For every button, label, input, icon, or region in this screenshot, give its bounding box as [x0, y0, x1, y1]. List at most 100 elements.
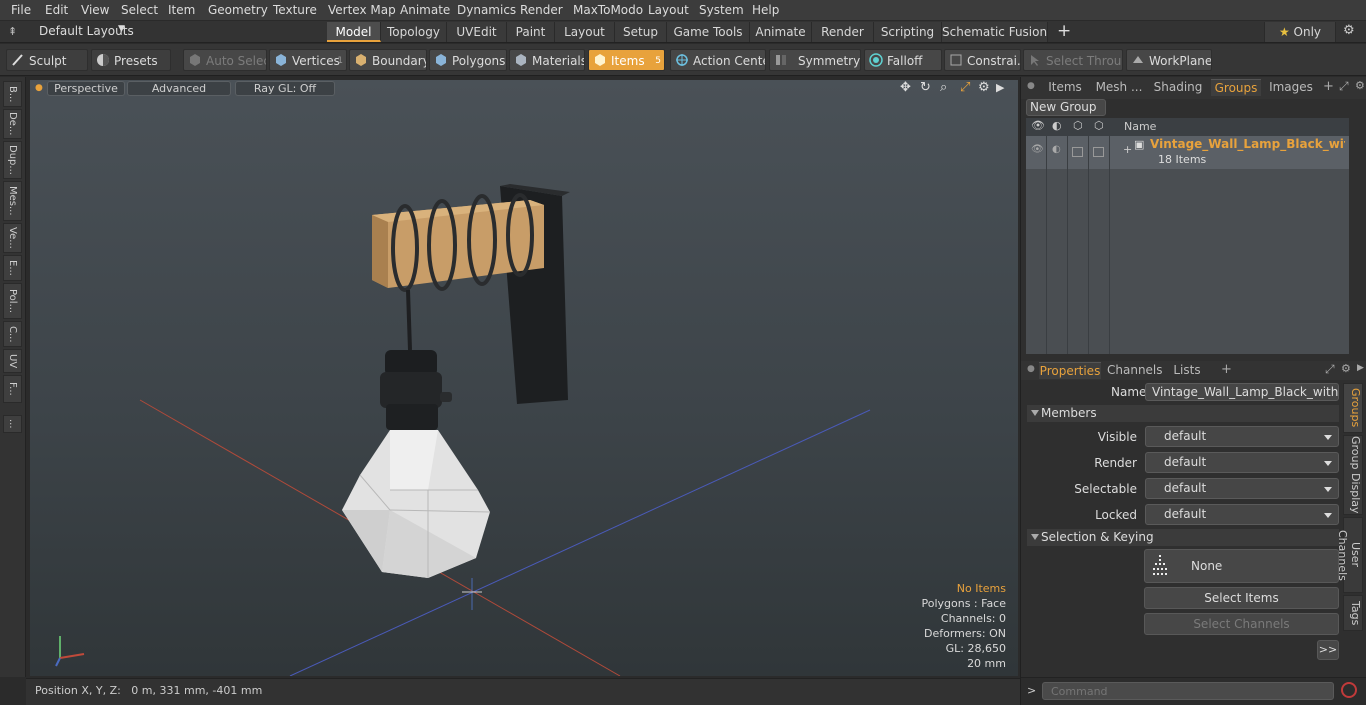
shading-button[interactable]: Advanced — [127, 81, 231, 96]
side-tab-tags[interactable]: Tags — [1343, 595, 1363, 631]
menu-edit[interactable]: Edit — [45, 3, 68, 17]
tab-render[interactable]: Render — [812, 22, 874, 42]
presets-button[interactable]: Presets — [91, 49, 171, 71]
row-render-icon[interactable]: ◐ — [1052, 144, 1061, 155]
layout-collapse-icon[interactable]: ⇞ — [8, 25, 17, 38]
left-tab-3[interactable]: Mes... — [3, 181, 22, 221]
viewport-dot-icon[interactable]: ● — [35, 83, 43, 93]
tab-topology[interactable]: Topology — [381, 22, 447, 42]
tab-uvedit[interactable]: UVEdit — [447, 22, 507, 42]
side-tab-groups[interactable]: Groups — [1343, 383, 1363, 433]
locked-dropdown[interactable]: default — [1145, 504, 1339, 525]
lock-col-icon[interactable]: ⬡ — [1073, 119, 1083, 132]
expand-icon[interactable]: ⤢ — [1339, 79, 1349, 94]
tab-layout[interactable]: Layout — [555, 22, 615, 42]
left-tab-8[interactable]: UV — [3, 349, 22, 373]
falloff-button[interactable]: Falloff — [864, 49, 942, 71]
left-tab-0[interactable]: B... — [3, 81, 22, 107]
tab-groups[interactable]: Groups — [1211, 79, 1261, 96]
vertices-button[interactable]: Vertices 1 — [269, 49, 347, 71]
select-channels-button[interactable]: Select Channels — [1144, 613, 1339, 635]
sculpt-button[interactable]: Sculpt — [6, 49, 88, 71]
items-button[interactable]: Items 5 — [588, 49, 665, 71]
tab-items[interactable]: Items — [1043, 79, 1087, 96]
add-tab-plus-icon[interactable]: + — [1323, 79, 1334, 94]
polygons-button[interactable]: Polygons — [429, 49, 507, 71]
tab-shading[interactable]: Shading — [1151, 79, 1205, 96]
side-tab-group-display[interactable]: Group Display — [1343, 435, 1363, 515]
tab-scripting[interactable]: Scripting — [874, 22, 942, 42]
action-center-button[interactable]: Action Center — [670, 49, 766, 71]
expand-plus-icon[interactable]: + — [1123, 143, 1132, 156]
left-tab-2[interactable]: Dup... — [3, 141, 22, 179]
menu-system[interactable]: System — [699, 3, 744, 17]
props-add-icon[interactable]: + — [1221, 362, 1232, 377]
left-tab-7[interactable]: C... — [3, 321, 22, 347]
view-type-button[interactable]: Perspective — [47, 81, 125, 96]
record-icon[interactable] — [1341, 682, 1357, 698]
menu-geometry[interactable]: Geometry — [208, 3, 268, 17]
only-toggle[interactable]: ★ Only — [1264, 22, 1336, 42]
visibility-col-icon[interactable]: 👁 — [1031, 119, 1045, 132]
tab-images[interactable]: Images — [1267, 79, 1315, 96]
group-name[interactable]: Vintage_Wall_Lamp_Black_with ... — [1150, 137, 1345, 151]
zoom-icon[interactable]: ⌕ — [940, 80, 947, 95]
name-column-header[interactable]: Name — [1124, 120, 1156, 133]
tab-lists[interactable]: Lists — [1165, 362, 1209, 379]
menu-help[interactable]: Help — [752, 3, 779, 17]
none-select-button[interactable]: None — [1144, 549, 1339, 583]
select-col-icon[interactable]: ⬡ — [1094, 119, 1104, 132]
scene-canvas[interactable] — [30, 80, 1018, 676]
row-eye-icon[interactable]: 👁 — [1031, 144, 1044, 155]
name-field[interactable]: Vintage_Wall_Lamp_Black_with_Light — [1145, 383, 1339, 401]
materials-button[interactable]: Materials — [509, 49, 585, 71]
tab-properties[interactable]: Properties — [1039, 362, 1101, 379]
menu-file[interactable]: File — [11, 3, 31, 17]
props-more-icon[interactable]: ▶ — [1357, 363, 1364, 373]
new-group-button[interactable]: New Group — [1026, 99, 1106, 116]
viewport-more-icon[interactable]: ▶ — [996, 81, 1004, 94]
group-row[interactable]: 👁 ◐ + ▣ Vintage_Wall_Lamp_Black_with ...… — [1026, 136, 1349, 169]
select-items-button[interactable]: Select Items — [1144, 587, 1339, 609]
viewport-gear-icon[interactable]: ⚙ — [978, 80, 990, 95]
tab-game-tools[interactable]: Game Tools — [667, 22, 750, 42]
pan-icon[interactable]: ✥ — [900, 80, 911, 95]
tab-paint[interactable]: Paint — [507, 22, 555, 42]
props-gear-icon[interactable]: ⚙ — [1341, 362, 1351, 375]
selection-keying-section[interactable]: Selection & Keying — [1027, 529, 1339, 546]
side-tab-user-channels[interactable]: User Channels — [1336, 517, 1363, 593]
left-tab-5[interactable]: E... — [3, 255, 22, 281]
auto-select-button[interactable]: Auto Select — [183, 49, 267, 71]
symmetry-button[interactable]: Symmetry — [769, 49, 861, 71]
menu-select[interactable]: Select — [121, 3, 158, 17]
left-tab-6[interactable]: Pol... — [3, 283, 22, 319]
row-select-box[interactable] — [1093, 147, 1104, 157]
gear-icon[interactable]: ⚙ — [1343, 23, 1355, 38]
add-tab-icon[interactable]: + — [1057, 21, 1071, 41]
menu-item[interactable]: Item — [168, 3, 195, 17]
rotate-icon[interactable]: ↻ — [920, 80, 931, 95]
menu-render[interactable]: Render — [520, 3, 563, 17]
left-tab-4[interactable]: Ve... — [3, 223, 22, 253]
command-input[interactable] — [1042, 682, 1334, 700]
row-lock-box[interactable] — [1072, 147, 1083, 157]
tab-setup[interactable]: Setup — [615, 22, 667, 42]
props-expand-icon[interactable]: ⤢ — [1325, 362, 1335, 377]
3d-viewport[interactable]: ● Perspective Advanced Ray GL: Off ✥ ↻ ⌕… — [30, 80, 1018, 676]
panel-gear-icon[interactable]: ⚙ — [1355, 79, 1365, 92]
workplane-button[interactable]: WorkPlane — [1126, 49, 1212, 71]
tab-animate[interactable]: Animate — [750, 22, 812, 42]
render-col-icon[interactable]: ◐ — [1052, 119, 1062, 132]
select-through-button[interactable]: Select Through — [1023, 49, 1123, 71]
tab-schematic-fusion[interactable]: Schematic Fusion — [942, 22, 1048, 42]
menu-view[interactable]: View — [81, 3, 109, 17]
selectable-dropdown[interactable]: default — [1145, 478, 1339, 499]
tab-model[interactable]: Model — [327, 22, 381, 42]
fit-icon[interactable]: ⤢ — [960, 80, 970, 95]
raygl-button[interactable]: Ray GL: Off — [235, 81, 335, 96]
tab-mesh[interactable]: Mesh ... — [1093, 79, 1145, 96]
left-tab-9[interactable]: F... — [3, 375, 22, 403]
boundary-button[interactable]: Boundary — [349, 49, 427, 71]
menu-dynamics[interactable]: Dynamics — [457, 3, 516, 17]
menu-animate[interactable]: Animate — [400, 3, 450, 17]
